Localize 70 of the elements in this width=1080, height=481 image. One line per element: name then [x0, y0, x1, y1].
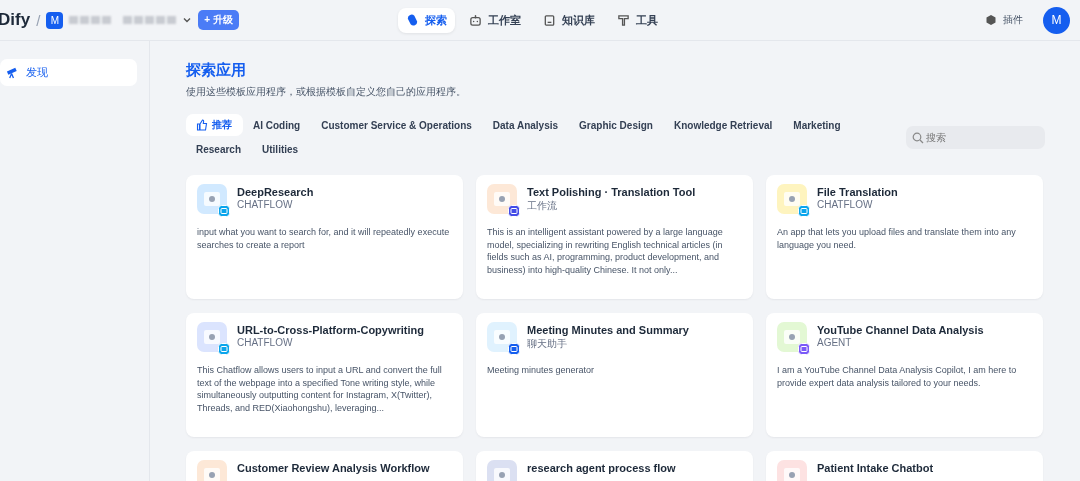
image-icon	[204, 468, 220, 481]
app-card[interactable]: Patient Intake Chatbot	[766, 451, 1043, 481]
image-icon	[204, 192, 220, 206]
app-name: Customer Review Analysis Workflow	[237, 462, 430, 474]
page-subtitle: 使用这些模板应用程序，或根据模板自定义您自己的应用程序。	[186, 85, 467, 99]
cube-icon	[985, 14, 997, 26]
hammer-icon	[617, 14, 630, 27]
image-icon	[784, 330, 800, 344]
app-name: DeepResearch	[237, 186, 314, 198]
category-tab[interactable]: 推荐	[186, 114, 243, 136]
app-name: Patient Intake Chatbot	[817, 462, 934, 474]
category-tab[interactable]: Research	[186, 138, 253, 160]
page-title: 探索应用	[186, 61, 247, 80]
app-card[interactable]	[476, 175, 753, 299]
caret-icon[interactable]	[182, 15, 193, 25]
nav-tab[interactable]: 探索	[398, 8, 455, 33]
app-description: I am a YouTube Channel Data Analysis Copilot, I am here to provide expert data analysis tailored to your needs.	[777, 364, 1018, 389]
book-icon	[543, 14, 556, 27]
telescope-icon	[6, 66, 19, 79]
upgrade-button[interactable]: + 升级	[198, 10, 239, 30]
image-icon	[494, 192, 510, 206]
app-description: input what you want to search for, and it will repeatedly execute searches to create a report	[197, 226, 451, 251]
image-icon	[784, 192, 800, 206]
user-avatar[interactable]: M	[1043, 6, 1070, 34]
image-icon	[494, 468, 510, 481]
app-card[interactable]: Meeting Minutes and Summary 聊天助手 Meeting minutes generator	[476, 313, 753, 437]
app-card[interactable]: research agent process flow	[476, 451, 753, 481]
robot-icon	[469, 14, 482, 27]
nav-tab[interactable]: 知识库	[535, 8, 603, 33]
app-name: Text Polishing · Translation Tool	[527, 186, 696, 198]
image-icon	[784, 468, 800, 481]
category-tab[interactable]: Marketing	[783, 114, 852, 136]
workspace-avatar[interactable]: M	[46, 11, 64, 29]
search-field[interactable]: 搜索	[906, 126, 1045, 149]
category-tab[interactable]: Utilities	[252, 138, 310, 160]
nav-tab[interactable]: 工具	[609, 8, 666, 33]
app-type: AGENT	[817, 337, 853, 348]
sidebar-item[interactable]: 发现	[0, 59, 137, 86]
app-type: 工作流	[527, 199, 558, 213]
app-description: This Chatflow allows users to input a URL and convert the full text of the webpage into a specified Tone writing style, while simultaneously outputting content for Instagram, X(Twitter), Threads, and RED(Xiaohongshu), leveraging...	[197, 364, 443, 414]
app-card[interactable]: Customer Review Analysis Workflow	[186, 451, 463, 481]
thumbs-up-icon	[196, 119, 208, 131]
category-tab[interactable]: Knowledge Retrieval	[663, 114, 784, 136]
image-icon	[204, 330, 220, 344]
category-tab[interactable]: AI Coding	[243, 114, 312, 136]
app-name: YouTube Channel Data Analysis	[817, 324, 984, 336]
plugins-button[interactable]: 插件	[979, 12, 1029, 28]
app-description: This is an intelligent assistant powered by a large language model, specializing in rewriting English technical articles (in fields such as AI, programming, product development, and business) into high-quality Chinese. It not only...	[487, 226, 724, 276]
category-tab[interactable]: Customer Service & Operations	[311, 114, 483, 136]
app-description: An app that lets you upload files and translate them into any language you need.	[777, 226, 1017, 251]
logo[interactable]: Dify	[0, 10, 31, 30]
search-icon	[912, 132, 924, 144]
app-card[interactable]	[186, 313, 463, 437]
app-type: CHATFLOW	[237, 199, 294, 210]
app-description: Meeting minutes generator	[487, 364, 596, 377]
app-type: CHATFLOW	[237, 337, 294, 348]
app-card[interactable]: File Translation CHATFLOW An app that lets you upload files and translate them into any language you need.	[766, 175, 1043, 299]
app-card[interactable]: DeepResearch CHATFLOW input what you want to search for, and it will repeatedly execute searches to create a report	[186, 175, 463, 299]
app-name: Meeting Minutes and Summary	[527, 324, 689, 336]
app-name: File Translation	[817, 186, 898, 198]
image-icon	[494, 330, 510, 344]
nav-tab[interactable]: 工作室	[461, 8, 529, 33]
category-tab[interactable]: Data Analysis	[482, 114, 570, 136]
separator: /	[36, 11, 41, 29]
app-name: research agent process flow	[527, 462, 676, 474]
app-name: URL-to-Cross-Platform-Copywriting	[237, 324, 424, 336]
app-type: CHATFLOW	[817, 199, 874, 210]
app-type: 聊天助手	[527, 337, 568, 351]
category-tab[interactable]: Graphic Design	[569, 114, 664, 136]
app-card[interactable]: YouTube Channel Data Analysis AGENT I am a YouTube Channel Data Analysis Copilot, I am here to provide expert data analysis tailored to your needs.	[766, 313, 1043, 437]
